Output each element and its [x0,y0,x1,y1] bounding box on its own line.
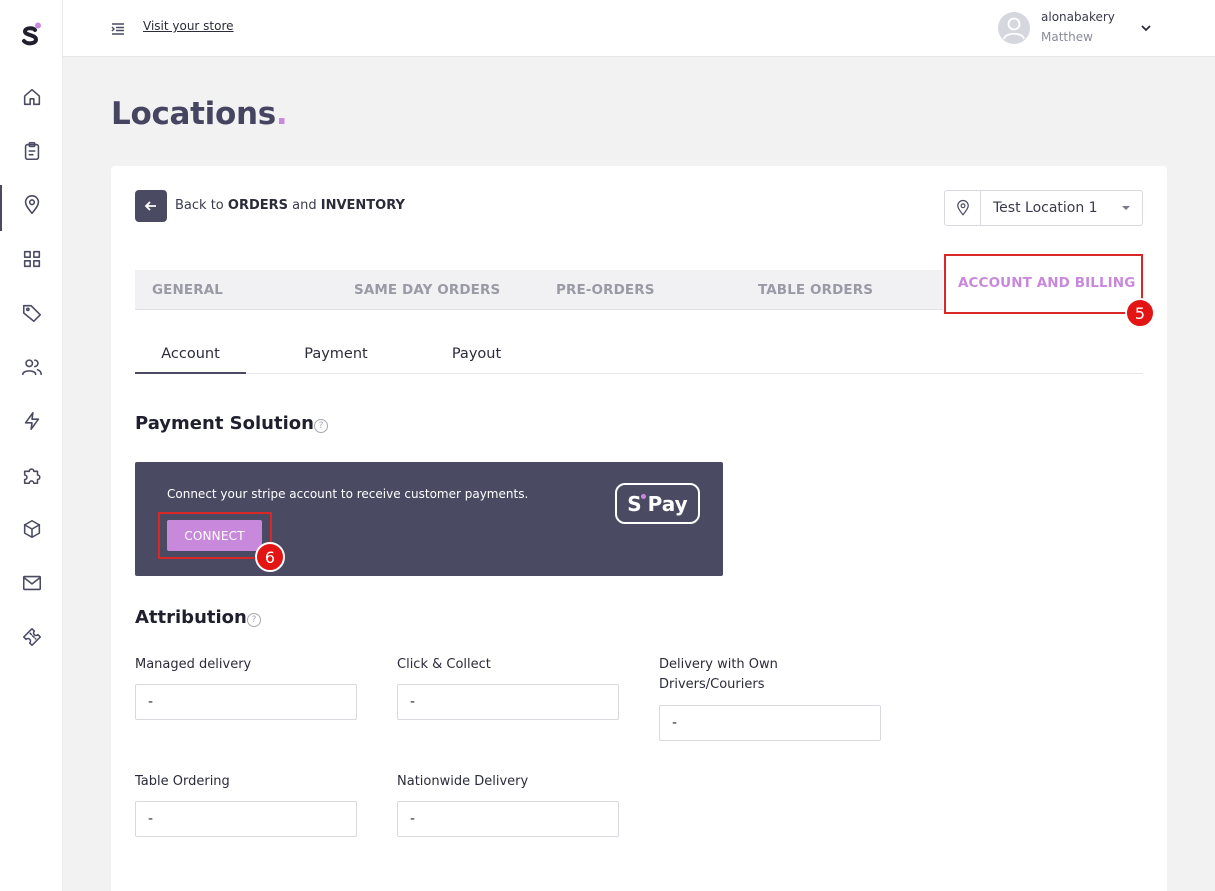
tab-general[interactable]: GENERAL [135,270,337,310]
collapse-menu-icon [111,23,124,35]
menu-toggle-button[interactable] [111,21,125,35]
field-label-table-ordering: Table Ordering [135,774,230,789]
nav-dashboard[interactable] [0,239,63,279]
location-settings-card: Back to ORDERS and INVENTORY Test Locati… [111,166,1167,891]
field-label-managed-delivery: Managed delivery [135,657,252,672]
field-label-own-drivers: Delivery with Own Drivers/Couriers [659,657,778,692]
tag-icon [22,304,41,323]
field-label-nationwide-delivery: Nationwide Delivery [397,774,529,789]
user-icon [1003,17,1025,40]
grid-icon [23,250,40,268]
field-label-click-collect: Click & Collect [397,657,491,672]
ticket-icon [22,627,41,647]
user-menu-toggle[interactable] [1139,20,1153,34]
back-label[interactable]: Back to ORDERS and INVENTORY [175,198,405,213]
payment-banner: Connect your stripe account to receive c… [135,462,723,576]
tab-table-orders[interactable]: TABLE ORDERS [741,270,943,310]
nav-home[interactable] [0,77,63,117]
managed-delivery-field[interactable] [135,684,357,720]
attribution-title: Attribution [135,607,247,628]
nav-customers[interactable] [0,347,63,387]
clipboard-icon [24,141,39,161]
nav-automations[interactable] [0,401,63,441]
nav-messages[interactable] [0,563,63,603]
spay-s-icon: S [627,491,647,516]
table-ordering-field[interactable] [135,801,357,837]
avatar[interactable] [998,12,1030,44]
lightning-icon [24,411,39,431]
home-icon [23,88,40,106]
box-icon [23,519,40,539]
nav-inventory[interactable] [0,509,63,549]
click-collect-field[interactable] [397,684,619,720]
nav-orders[interactable] [0,131,63,171]
subtab-payout[interactable]: Payout [425,334,528,374]
subtab-payment[interactable]: Payment [280,334,392,374]
location-select-value: Test Location 1 [993,200,1098,216]
user-store-name: alonabakery [1041,10,1115,24]
user-name: Matthew [1041,30,1093,44]
back-button[interactable] [135,190,167,222]
tab-pre-orders[interactable]: PRE-ORDERS [539,270,741,310]
payment-banner-text: Connect your stripe account to receive c… [167,487,529,501]
own-drivers-field[interactable] [659,705,881,741]
nationwide-delivery-field[interactable] [397,801,619,837]
puzzle-icon [23,468,41,485]
users-icon [21,359,42,376]
nav-vouchers[interactable] [0,617,63,657]
chevron-down-icon [1141,25,1151,32]
location-pin-icon [956,199,969,216]
page-title: Locations. [111,96,288,132]
spay-logo: S Pay [615,483,700,524]
help-icon[interactable]: ? [314,419,328,433]
brand-logo[interactable] [19,22,43,48]
help-icon[interactable]: ? [247,613,261,627]
topbar: Visit your store alonabakery Matthew [63,0,1215,57]
nav-integrations[interactable] [0,455,63,495]
tab-same-day-orders[interactable]: SAME DAY ORDERS [337,270,539,310]
nav-locations[interactable] [0,185,63,231]
subtab-account[interactable]: Account [135,334,246,374]
tab-account-and-billing[interactable]: ACCOUNT AND BILLING [943,270,1143,310]
caret-down-icon [1122,206,1130,210]
connect-button[interactable]: CONNECT [167,520,262,551]
nav-products[interactable] [0,293,63,333]
visit-store-link[interactable]: Visit your store [143,19,234,33]
mail-icon [22,575,41,591]
sub-tabs: Account Payment Payout [135,334,1143,374]
location-pin-icon [24,195,39,215]
main-tabs: GENERAL SAME DAY ORDERS PRE-ORDERS TABLE… [135,270,1143,310]
sidebar [0,0,63,891]
arrow-left-icon [144,201,156,211]
payment-solution-title: Payment Solution [135,413,314,434]
location-select[interactable]: Test Location 1 [944,190,1143,226]
